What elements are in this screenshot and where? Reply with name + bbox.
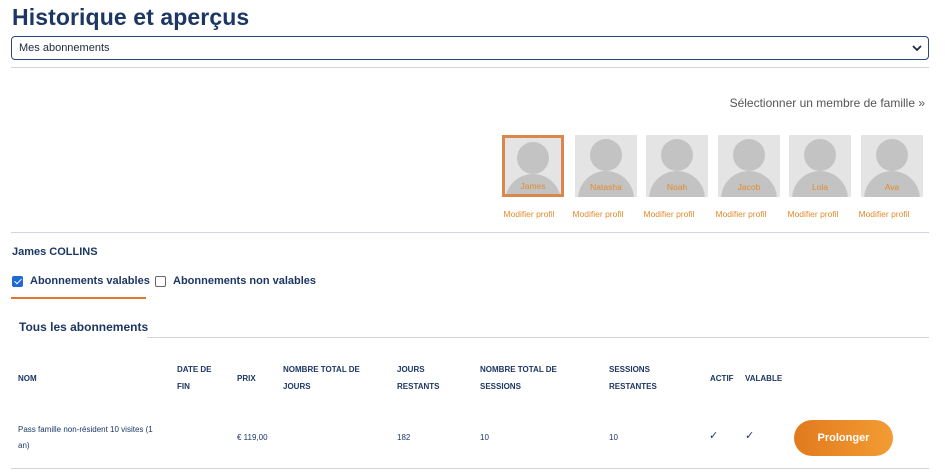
family-member-natasha[interactable]: Natasha: [575, 135, 637, 199]
edit-profile-link-natasha[interactable]: Modifier profil: [561, 209, 635, 219]
family-member-noah[interactable]: Noah: [646, 135, 708, 199]
check-icon: ✓: [745, 430, 755, 442]
page-title: Historique et aperçus: [12, 4, 250, 30]
avatar: James: [502, 135, 564, 197]
member-name: Ava: [884, 182, 900, 192]
column-header-prix: PRIX: [237, 374, 256, 383]
checkbox-checked[interactable]: [12, 275, 23, 287]
cell-sessions-restantes: 10: [609, 433, 618, 442]
section-title: Tous les abonnements: [19, 320, 149, 334]
selected-member-name: James COLLINS: [12, 246, 98, 258]
column-header-nom: NOM: [18, 374, 37, 383]
column-header-date-fin: DATE DE FIN: [177, 365, 212, 391]
check-icon: ✓: [709, 430, 719, 442]
avatar: Jacob: [718, 135, 780, 197]
filter-valid-subscriptions[interactable]: Abonnements valables: [12, 275, 150, 287]
cell-total-sessions: 10: [480, 433, 489, 442]
avatar: Noah: [646, 135, 708, 197]
cell-nom: Pass famille non-résident 10 visites (1 a…: [18, 425, 153, 450]
family-member-lola[interactable]: Lola: [789, 135, 851, 199]
person-icon: [733, 139, 765, 171]
divider: [11, 468, 929, 469]
member-name: Lola: [811, 182, 829, 192]
divider: [147, 337, 929, 338]
subscription-view-select[interactable]: Mes abonnements: [11, 36, 929, 60]
person-icon: [804, 139, 836, 171]
person-icon: [876, 139, 908, 171]
person-icon: [590, 139, 622, 171]
edit-profile-link-ava[interactable]: Modifier profil: [847, 209, 921, 219]
column-header-valable: VALABLE: [745, 374, 783, 383]
family-member-ava[interactable]: Ava: [861, 135, 923, 199]
cell-jours-restants: 182: [397, 433, 411, 442]
edit-profile-link-lola[interactable]: Modifier profil: [776, 209, 850, 219]
column-header-total-sessions: NOMBRE TOTAL DE SESSIONS: [480, 365, 557, 391]
member-name: James: [520, 181, 546, 191]
member-name: Natasha: [590, 182, 622, 192]
divider: [11, 232, 929, 233]
filter-label: Abonnements non valables: [173, 275, 317, 287]
chevron-down-icon: [912, 45, 922, 52]
family-member-jacob[interactable]: Jacob: [718, 135, 780, 199]
avatar: Natasha: [575, 135, 637, 197]
column-header-total-jours: NOMBRE TOTAL DE JOURS: [283, 365, 360, 391]
column-header-actif: ACTIF: [710, 374, 734, 383]
avatar: Lola: [789, 135, 851, 197]
edit-profile-link-noah[interactable]: Modifier profil: [632, 209, 706, 219]
select-value: Mes abonnements: [19, 42, 110, 54]
family-member-james[interactable]: James: [502, 135, 564, 199]
member-name: Jacob: [737, 182, 761, 192]
avatar: Ava: [861, 135, 923, 197]
filter-label: Abonnements valables: [30, 275, 150, 287]
active-filter-underline: [11, 297, 146, 299]
checkbox-unchecked[interactable]: [155, 275, 166, 287]
column-header-jours-restants: JOURS RESTANTS: [397, 365, 440, 391]
member-name: Noah: [666, 182, 688, 192]
select-family-member-link[interactable]: Sélectionner un membre de famille »: [730, 96, 925, 110]
column-header-sessions-restantes: SESSIONS RESTANTES: [609, 365, 657, 391]
edit-profile-link-jacob[interactable]: Modifier profil: [704, 209, 778, 219]
cell-prix: € 119,00: [237, 433, 268, 442]
filter-invalid-subscriptions[interactable]: Abonnements non valables: [155, 275, 316, 287]
person-icon: [661, 139, 693, 171]
prolong-button[interactable]: Prolonger: [794, 420, 893, 456]
person-icon: [517, 142, 549, 174]
divider: [11, 67, 929, 68]
edit-profile-link-james[interactable]: Modifier profil: [492, 209, 566, 219]
